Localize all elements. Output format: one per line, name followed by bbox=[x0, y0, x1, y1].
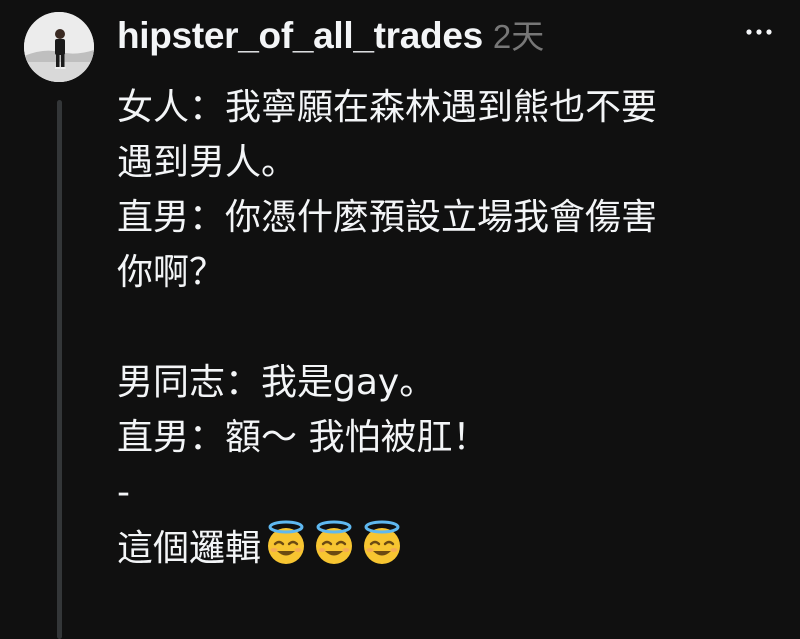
comment-line: - bbox=[117, 472, 130, 513]
comment-line: 你啊？ bbox=[117, 252, 226, 293]
comment-last-line: 這個邏輯 bbox=[117, 520, 777, 575]
smiling-face-with-halo-icon bbox=[316, 520, 353, 564]
smiling-face-with-halo-icon bbox=[268, 520, 305, 564]
more-horizontal-icon bbox=[746, 29, 772, 35]
username[interactable]: hipster_of_all_trades bbox=[117, 15, 483, 57]
timestamp: 2天 bbox=[492, 18, 545, 55]
more-options-button[interactable] bbox=[744, 22, 774, 42]
emoji-group bbox=[263, 520, 405, 566]
comment-line bbox=[117, 300, 777, 355]
comment-line: 男同志：我是gay。 bbox=[117, 362, 436, 403]
threads-comment: hipster_of_all_trades 2天 女人：我寧願在森林遇到熊也不要… bbox=[0, 0, 800, 639]
comment-body: 女人：我寧願在森林遇到熊也不要 遇到男人。 直男：你憑什麼預設立場我會傷害 你啊… bbox=[117, 80, 777, 575]
user-avatar[interactable] bbox=[24, 12, 94, 82]
thread-connector-line bbox=[57, 100, 62, 639]
avatar-image bbox=[24, 12, 94, 82]
comment-header: hipster_of_all_trades 2天 bbox=[117, 10, 544, 62]
comment-line: 女人：我寧願在森林遇到熊也不要 bbox=[117, 87, 658, 128]
comment-line: 遇到男人。 bbox=[117, 142, 298, 183]
comment-line: 直男：你憑什麼預設立場我會傷害 bbox=[117, 197, 658, 238]
comment-line: 直男：額～ 我怕被肛！ bbox=[117, 417, 489, 458]
smiling-face-with-halo-icon bbox=[364, 520, 401, 564]
comment-line-text: 這個邏輯 bbox=[117, 528, 262, 569]
